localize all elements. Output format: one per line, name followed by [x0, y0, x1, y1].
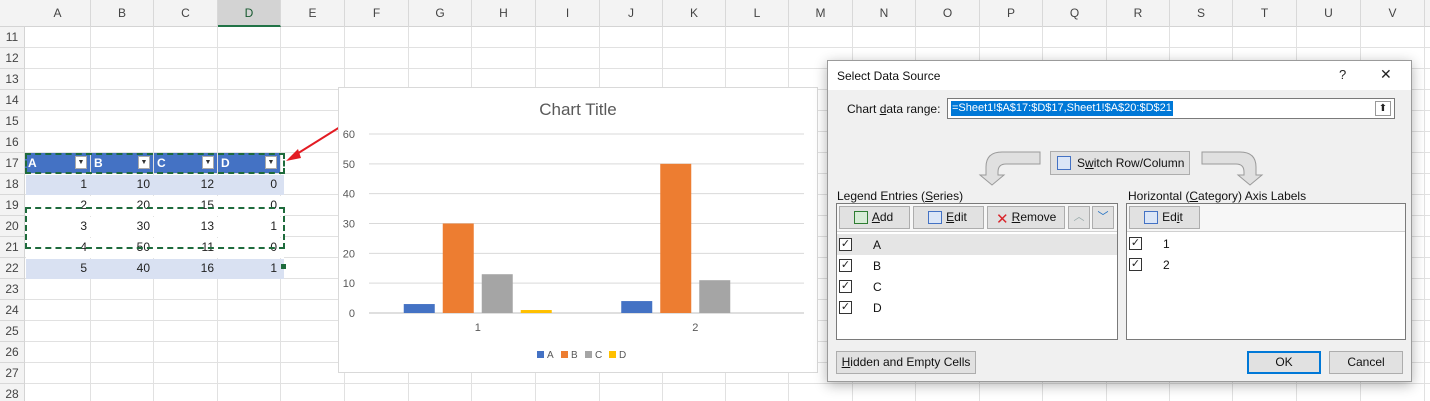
edit-axis-labels-button[interactable]: Edit: [1129, 206, 1200, 229]
bar-c-1[interactable]: [481, 274, 513, 313]
chart-data-range-label: Chart data range:: [847, 102, 941, 116]
edit-series-button[interactable]: Edit: [913, 206, 984, 229]
y-tick-label: 20: [343, 248, 355, 260]
legend-entry[interactable]: A: [547, 350, 554, 361]
legend-swatch[interactable]: [609, 351, 616, 358]
y-tick-label: 30: [343, 219, 355, 231]
range-value: =Sheet1!$A$17:$D$17,Sheet1!$A$20:$D$21: [951, 101, 1173, 116]
add-series-button[interactable]: Add: [839, 206, 910, 229]
series-item[interactable]: ✓ B: [837, 255, 1117, 276]
y-tick-label: 60: [343, 129, 355, 141]
chart-area[interactable]: Chart Title 0 10 20 30 40 50 60 1 2 A B C D: [338, 87, 818, 373]
x-tick-label: 1: [475, 322, 481, 334]
switch-right-arrow-icon: [1201, 151, 1264, 186]
bar-b-2[interactable]: [660, 163, 692, 313]
bar-d-1[interactable]: [520, 310, 552, 313]
legend-swatch[interactable]: [585, 351, 592, 358]
axis-labels-title: Horizontal (Category) Axis Labels: [1128, 189, 1307, 203]
bar-a-1[interactable]: [403, 304, 435, 313]
cancel-button[interactable]: Cancel: [1329, 351, 1403, 374]
collapse-dialog-icon[interactable]: ⬆: [1375, 101, 1391, 116]
legend-entry[interactable]: B: [571, 350, 578, 361]
chevron-up-icon: ︿: [1073, 211, 1085, 223]
y-tick-label: 50: [343, 159, 355, 171]
y-tick-label: 40: [343, 189, 355, 201]
close-icon[interactable]: ✕: [1380, 66, 1392, 83]
ok-button[interactable]: OK: [1247, 351, 1321, 374]
x-tick-label: 2: [692, 322, 698, 334]
plot-area[interactable]: 0 10 20 30 40 50 60 1 2 A B C D: [339, 88, 817, 372]
dialog-title: Select Data Source: [837, 69, 941, 83]
remove-icon: ✕: [996, 211, 1009, 228]
legend-swatch[interactable]: [561, 351, 568, 358]
series-label: A: [873, 238, 882, 252]
legend-entry[interactable]: C: [595, 350, 602, 361]
hidden-empty-cells-button[interactable]: Hidden and Empty Cells: [836, 351, 976, 374]
series-checkbox[interactable]: ✓: [839, 301, 852, 314]
series-item[interactable]: ✓ C: [837, 276, 1117, 297]
series-label: C: [873, 280, 882, 294]
remove-series-button[interactable]: ✕ Remove: [987, 206, 1065, 229]
edit-icon: [1144, 211, 1158, 224]
help-button[interactable]: ?: [1339, 67, 1346, 82]
axis-labels-panel: Edit ✓ 1 ✓ 2: [1126, 203, 1406, 340]
switch-left-arrow-icon: [978, 151, 1041, 186]
chevron-down-icon: ﹀: [1097, 211, 1109, 223]
axis-label-item[interactable]: ✓ 1: [1127, 234, 1405, 255]
axis-label-checkbox[interactable]: ✓: [1129, 237, 1142, 250]
arrow-head: [286, 149, 301, 161]
series-label: D: [873, 301, 882, 315]
series-item[interactable]: ✓ A: [837, 234, 1117, 255]
legend-entry[interactable]: D: [619, 350, 626, 361]
legend-swatch[interactable]: [537, 351, 544, 358]
excel-window: ABCDEFGHIJKLMNOPQRSTUV 11 12 13 14 15 16 17 18 1…: [0, 0, 1430, 401]
axis-label-text: 1: [1163, 237, 1170, 251]
move-up-button[interactable]: ︿: [1068, 206, 1090, 229]
series-item[interactable]: ✓ D: [837, 297, 1117, 318]
add-icon: [854, 211, 868, 224]
move-down-button[interactable]: ﹀: [1092, 206, 1114, 229]
edit-icon: [928, 211, 942, 224]
bar-c-2[interactable]: [699, 280, 731, 313]
switch-row-column-button[interactable]: Switch Row/Column: [1050, 151, 1190, 175]
bar-a-2[interactable]: [621, 301, 653, 313]
series-checkbox[interactable]: ✓: [839, 259, 852, 272]
select-data-source-dialog: Select Data Source ? ✕ Chart data range:…: [827, 60, 1412, 382]
switch-icon: [1057, 156, 1071, 170]
series-label: B: [873, 259, 882, 273]
legend-entries-panel: Add Edit ✕ Remove ︿ ﹀ ✓ A ✓ B ✓ C ✓ D: [836, 203, 1118, 340]
series-checkbox[interactable]: ✓: [839, 280, 852, 293]
y-tick-label: 0: [349, 308, 355, 320]
y-tick-label: 10: [343, 278, 355, 290]
dialog-title-bar[interactable]: Select Data Source ? ✕: [828, 61, 1411, 90]
axis-label-item[interactable]: ✓ 2: [1127, 255, 1405, 276]
chart-data-range-input[interactable]: =Sheet1!$A$17:$D$17,Sheet1!$A$20:$D$21 ⬆: [947, 98, 1395, 119]
axis-label-text: 2: [1163, 258, 1170, 272]
legend-entries-title: Legend Entries (Series): [837, 189, 964, 203]
axis-label-checkbox[interactable]: ✓: [1129, 258, 1142, 271]
series-checkbox[interactable]: ✓: [839, 238, 852, 251]
bar-b-1[interactable]: [442, 223, 474, 314]
